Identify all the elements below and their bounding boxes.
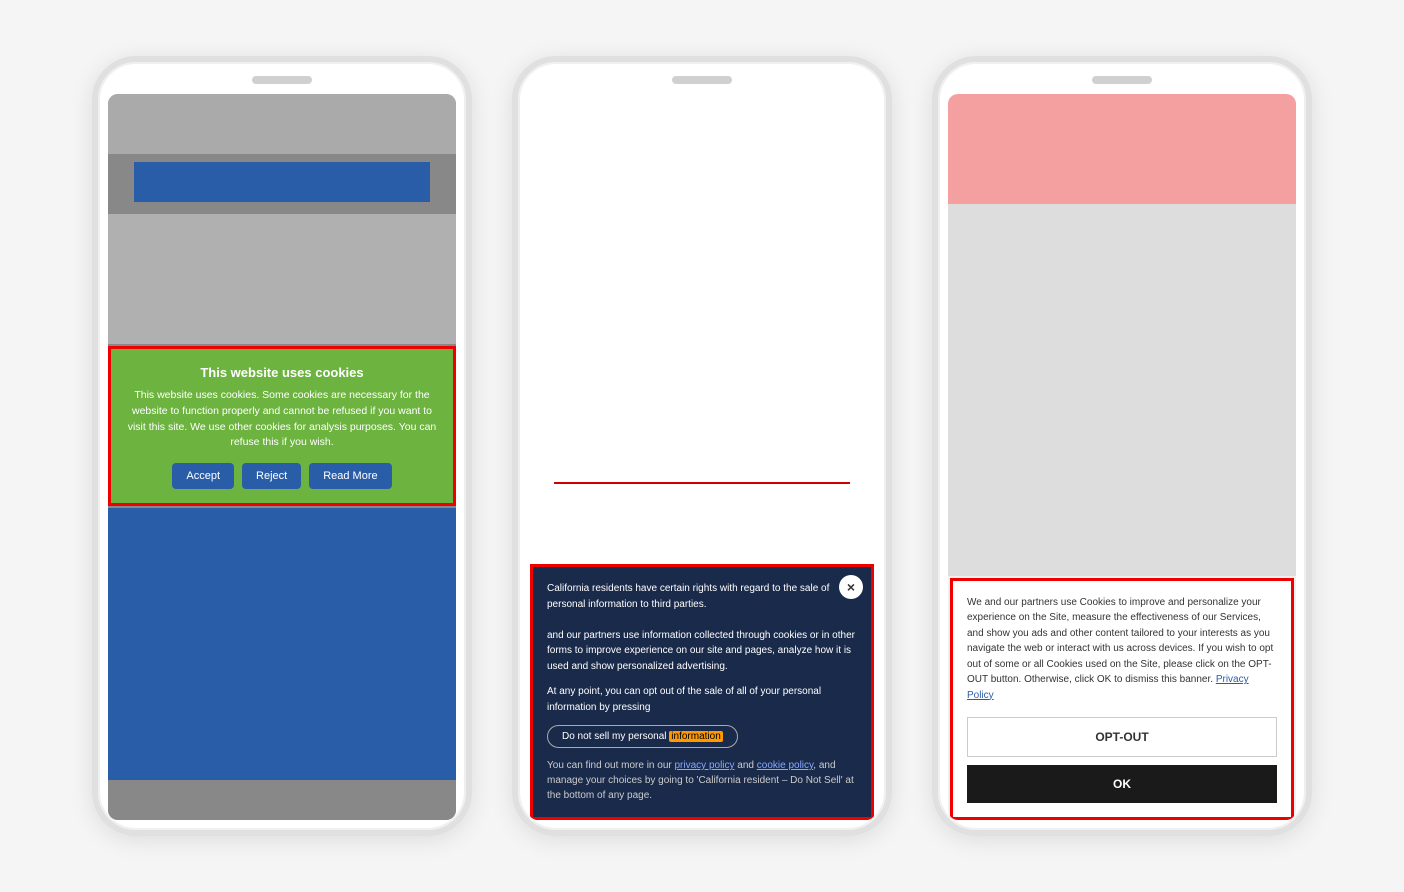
p3-pink-top	[948, 94, 1296, 204]
p2-dark-banner: × California residents have certain righ…	[530, 564, 874, 820]
p1-cookie-banner: This website uses cookies This website u…	[108, 346, 456, 506]
p2-opt-out-text: At any point, you can opt out of the sal…	[547, 684, 857, 715]
highlighted-word: information	[669, 731, 722, 742]
phone-speaker-1	[252, 76, 312, 84]
privacy-policy-link[interactable]: privacy policy	[675, 760, 735, 771]
phone-2: × California residents have certain righ…	[512, 56, 892, 836]
p1-reject-button[interactable]: Reject	[242, 463, 301, 489]
p2-main-text: California residents have certain rights…	[547, 581, 857, 674]
p3-cookie-text: We and our partners use Cookies to impro…	[967, 595, 1277, 704]
close-icon: ×	[847, 579, 855, 595]
p2-close-button[interactable]: ×	[839, 575, 863, 599]
p2-do-not-sell-button[interactable]: Do not sell my personal information	[547, 725, 738, 748]
p3-gray-mid	[948, 204, 1296, 576]
cookie-policy-link[interactable]: cookie policy	[757, 760, 814, 771]
p1-bottom-blue	[108, 508, 456, 780]
phone-1: This website uses cookies This website u…	[92, 56, 472, 836]
p1-accept-button[interactable]: Accept	[172, 463, 234, 489]
p2-white-mid	[528, 484, 876, 564]
phone-3: We and our partners use Cookies to impro…	[932, 56, 1312, 836]
phone-speaker-2	[672, 76, 732, 84]
phone-speaker-3	[1092, 76, 1152, 84]
p3-cookie-banner: We and our partners use Cookies to impro…	[950, 578, 1294, 821]
p1-gray-block	[108, 214, 456, 344]
p1-blue-bar	[134, 162, 430, 202]
phone-3-screen: We and our partners use Cookies to impro…	[948, 94, 1296, 820]
p2-white-top	[528, 94, 876, 482]
p1-buttons: Accept Reject Read More	[125, 463, 439, 489]
p3-opt-out-button[interactable]: OPT-OUT	[967, 717, 1277, 757]
p1-read-more-button[interactable]: Read More	[309, 463, 391, 489]
p2-bottom-text: You can find out more in our privacy pol…	[547, 758, 857, 803]
p1-cookie-text: This website uses cookies. Some cookies …	[125, 388, 439, 451]
p1-gray-bottom	[108, 780, 456, 820]
phone-1-screen: This website uses cookies This website u…	[108, 94, 456, 820]
p3-ok-button[interactable]: OK	[967, 765, 1277, 803]
phones-container: This website uses cookies This website u…	[52, 16, 1352, 876]
phone-2-screen: × California residents have certain righ…	[528, 94, 876, 820]
p1-gray-top	[108, 94, 456, 154]
p1-cookie-title: This website uses cookies	[125, 365, 439, 380]
